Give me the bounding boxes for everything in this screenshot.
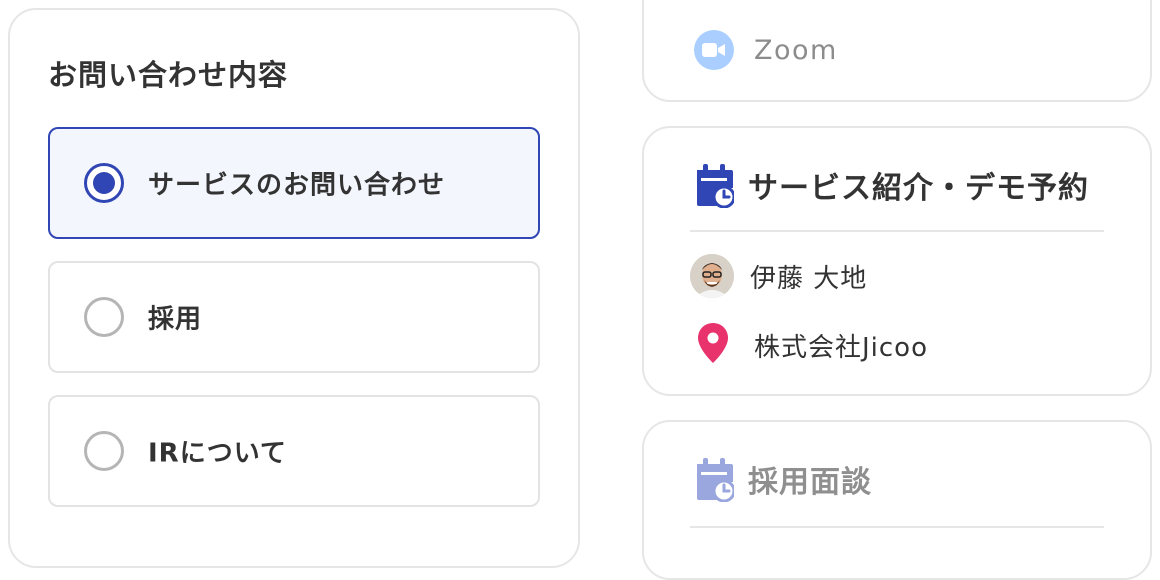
section-title: お問い合わせ内容: [48, 58, 289, 92]
radio-button[interactable]: [84, 431, 124, 471]
map-pin-icon: [696, 322, 730, 368]
service-demo-card[interactable]: サービス紹介・デモ予約 伊藤 大地 株式会社Jicoo: [642, 126, 1152, 396]
radio-button-checked[interactable]: [84, 163, 124, 203]
calendar-clock-icon: [694, 162, 736, 209]
avatar: [690, 254, 734, 298]
host-name: 伊藤 大地: [750, 263, 868, 294]
company-row: 株式会社Jicoo: [696, 322, 928, 368]
card-header: サービス紹介・デモ予約: [694, 162, 1089, 209]
option-label: サービスのお問い合わせ: [148, 170, 446, 201]
meeting-card[interactable]: Zoom: [642, 0, 1152, 102]
divider: [690, 230, 1104, 232]
option-service-inquiry[interactable]: サービスのお問い合わせ: [48, 127, 540, 239]
location-row: Zoom: [694, 30, 838, 70]
option-label: IRについて: [148, 438, 287, 469]
option-label: 採用: [148, 304, 203, 335]
option-ir[interactable]: IRについて: [48, 395, 540, 507]
card-header: 採用面談: [694, 456, 872, 503]
card-title: 採用面談: [748, 465, 872, 500]
radio-dot: [93, 172, 115, 194]
video-camera-icon: [694, 30, 734, 70]
option-recruitment[interactable]: 採用: [48, 261, 540, 373]
recruit-interview-card[interactable]: 採用面談: [642, 420, 1152, 580]
host-row: 伊藤 大地: [690, 254, 867, 298]
location-label: Zoom: [754, 34, 838, 66]
radio-button[interactable]: [84, 297, 124, 337]
company-name: 株式会社Jicoo: [754, 332, 929, 363]
calendar-clock-icon: [694, 456, 736, 503]
card-title: サービス紹介・デモ予約: [748, 171, 1089, 206]
